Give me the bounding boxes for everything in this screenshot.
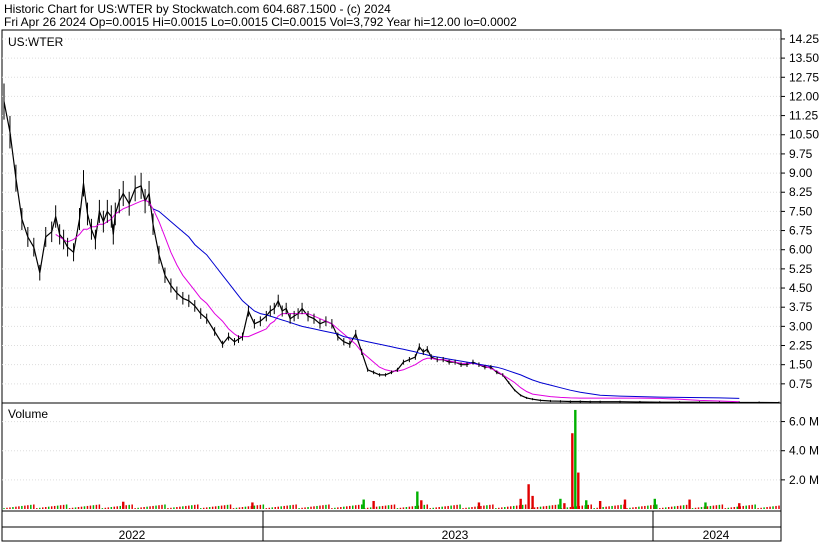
price-tick-label: 3.00 [789, 319, 813, 333]
volume-tick-label: 4.0 M [789, 444, 819, 458]
price-tick-label: 12.75 [789, 70, 819, 84]
price-tick-label: 2.25 [789, 339, 813, 353]
volume-bar [362, 499, 365, 509]
chart-header-line2: Fri Apr 26 2024 Op=0.0015 Hi=0.0015 Lo=0… [4, 15, 517, 29]
volume-panel [1, 402, 782, 512]
price-tick-label: 14.25 [789, 32, 819, 46]
volume-bar [477, 502, 481, 509]
price-tick-label: 12.00 [789, 89, 819, 103]
volume-bar [704, 502, 707, 509]
price-tick-label: 9.75 [789, 147, 813, 161]
price-tick-label: 6.00 [789, 243, 813, 257]
price-tick-label: 13.50 [789, 51, 819, 65]
volume-bar [688, 499, 691, 509]
volume-bar [738, 503, 741, 509]
price-tick-label: 7.50 [789, 204, 813, 218]
volume-bar [598, 500, 602, 509]
price-tick-label: 8.25 [789, 185, 813, 199]
stock-chart: Historic Chart for US:WTER by Stockwatch… [1, 2, 819, 542]
volume-bar [577, 472, 580, 509]
price-tick-label: 9.00 [789, 166, 813, 180]
volume-panel-label: Volume [8, 407, 48, 421]
volume-bar [571, 433, 574, 509]
volume-bar [563, 503, 566, 509]
price-tick-label: 0.75 [789, 377, 813, 391]
volume-bar [372, 500, 375, 509]
volume-bar [585, 500, 588, 509]
price-panel-label: US:WTER [8, 35, 64, 49]
volume-tick-label: 6.0 M [789, 415, 819, 429]
price-tick-label: 11.25 [789, 109, 818, 123]
volume-bar [519, 498, 522, 509]
price-tick-label: 3.75 [789, 300, 813, 314]
volume-bar [527, 484, 530, 509]
x-axis-year-label: 2023 [442, 528, 469, 542]
x-axis-year-label: 2022 [119, 528, 146, 542]
volume-bar [420, 500, 423, 509]
volume-bar [653, 498, 657, 509]
price-tick-label: 4.50 [789, 281, 813, 295]
volume-bar [559, 498, 562, 509]
x-axis-year-label: 2024 [703, 528, 730, 542]
volume-bar [623, 499, 627, 509]
volume-bar [531, 495, 534, 509]
price-tick-label: 10.50 [789, 128, 819, 142]
volume-bar [251, 502, 254, 509]
chart-header-line1: Historic Chart for US:WTER by Stockwatch… [4, 2, 391, 16]
volume-bar [574, 409, 577, 509]
volume-bar [122, 501, 125, 509]
volume-tick-label: 2.0 M [789, 473, 819, 487]
price-tick-label: 6.75 [789, 224, 813, 238]
price-tick-label: 1.50 [789, 358, 813, 372]
price-tick-label: 5.25 [789, 262, 813, 276]
volume-bar [416, 491, 419, 509]
